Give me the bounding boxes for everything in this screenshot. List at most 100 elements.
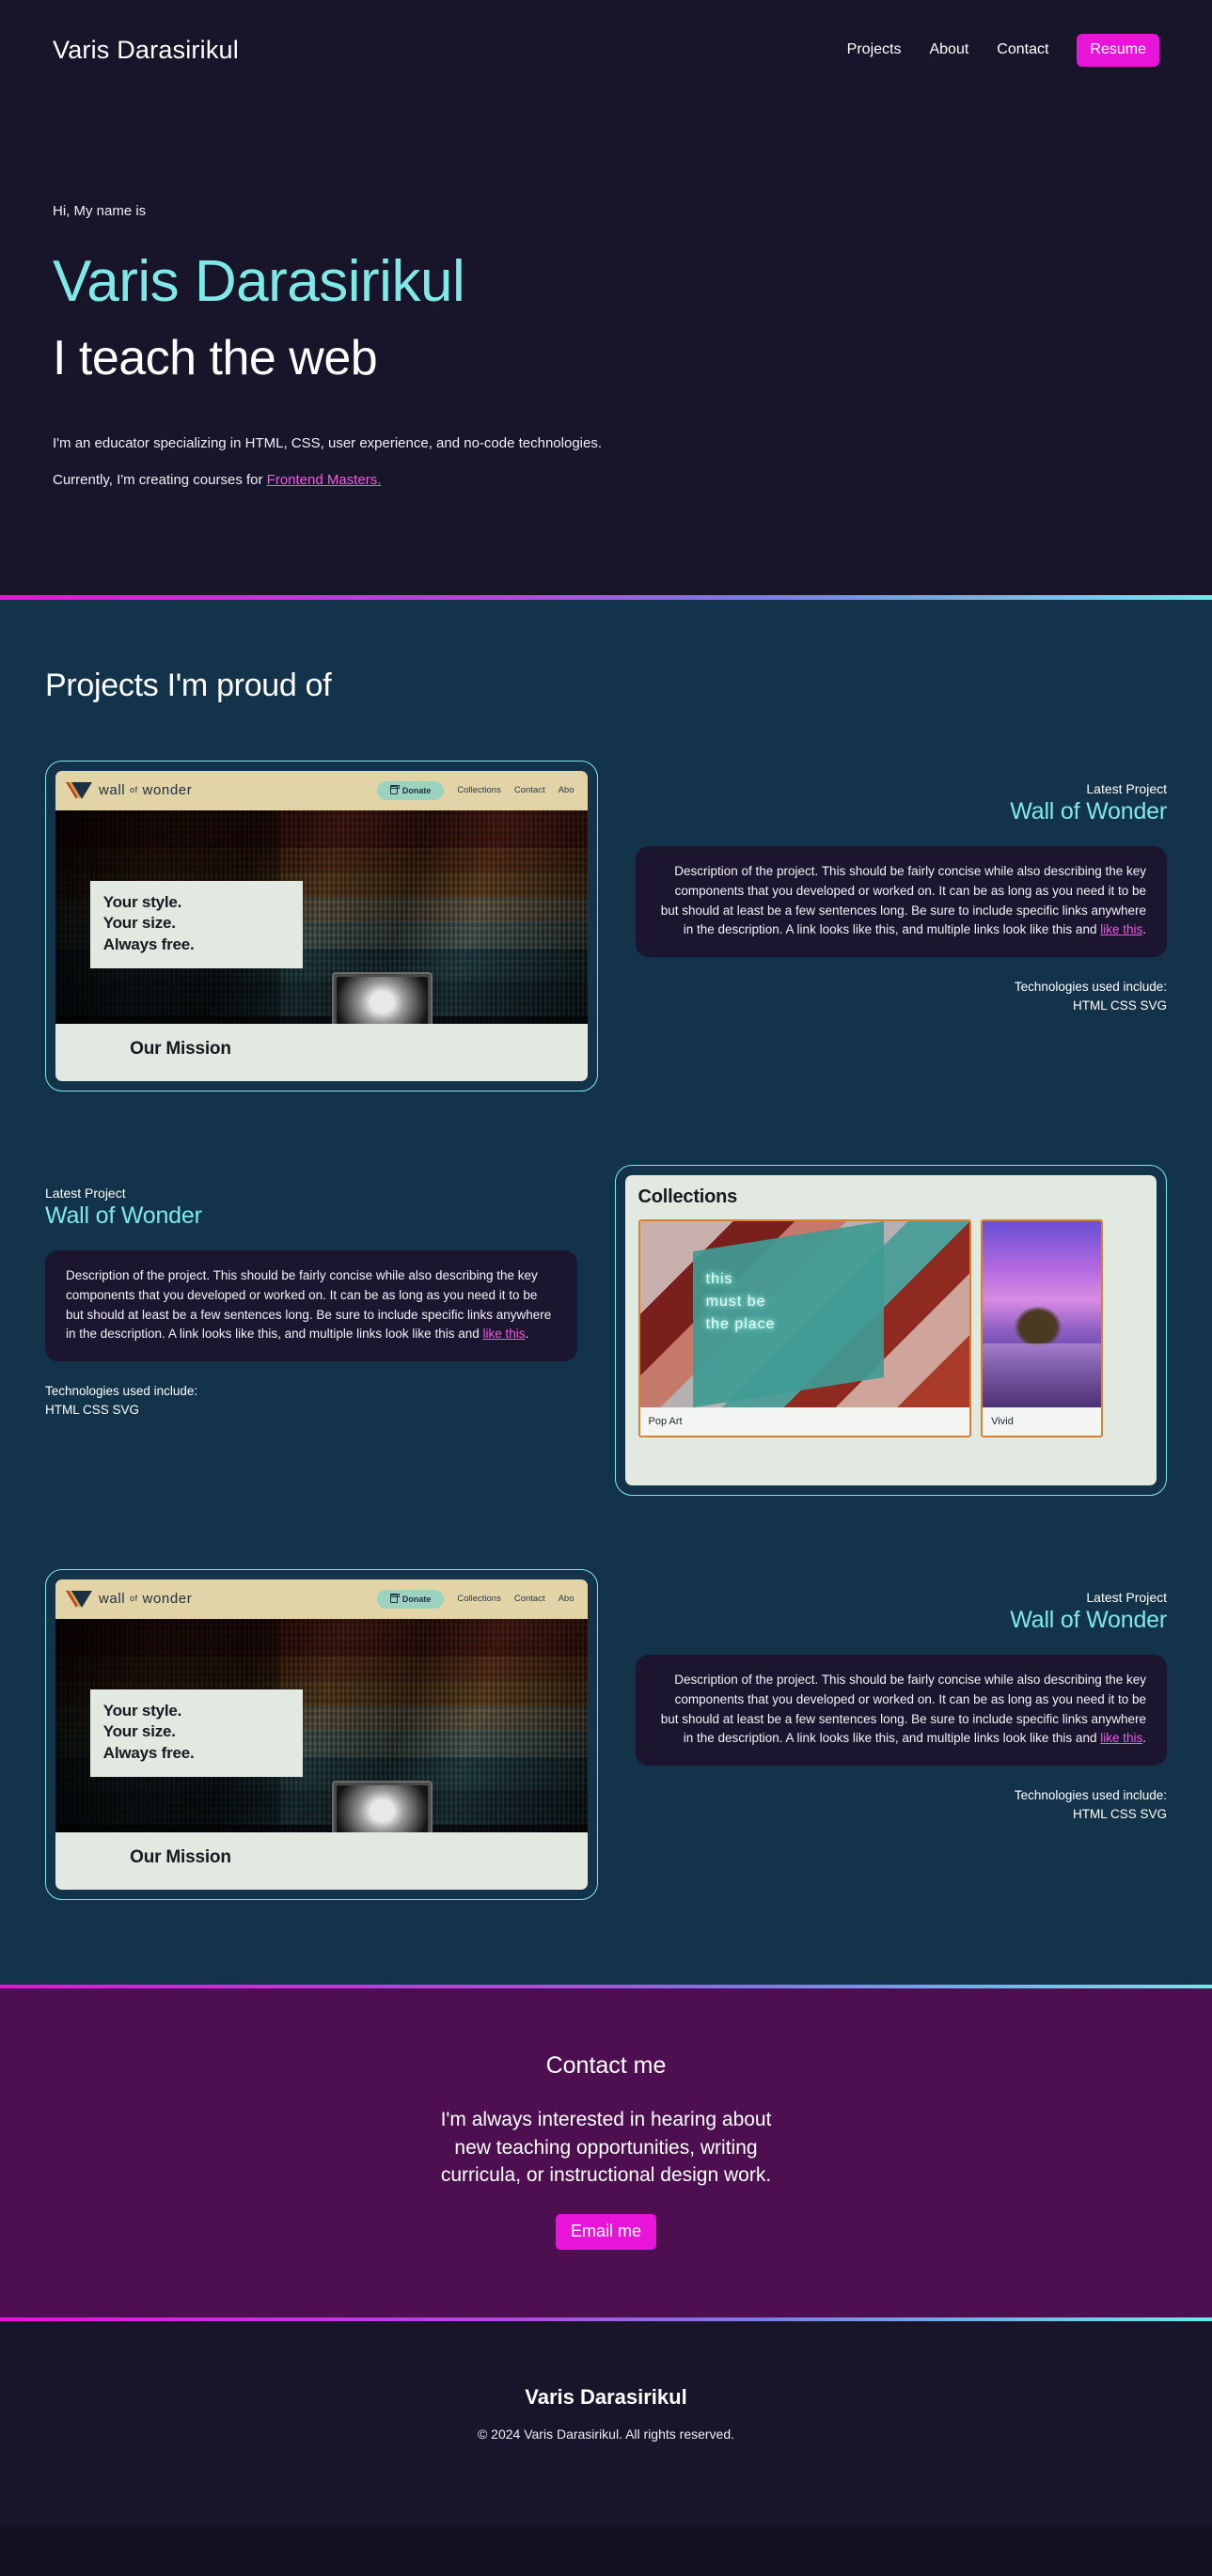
project-row: wall of wonder Donate Collections Contac… [45,1568,1167,1900]
project-thumbnail-3[interactable]: wall of wonder Donate Collections Contac… [45,1568,598,1900]
project-title: Wall of Wonder [1010,797,1167,825]
project-info-2: Latest Project Wall of Wonder Descriptio… [45,1165,577,1420]
donate-button[interactable]: Donate [376,780,445,800]
mock-nav-about[interactable]: Abo [559,1594,575,1604]
wall-of-wonder-logo-icon [66,1590,92,1608]
mock-nav-contact[interactable]: Contact [514,785,545,795]
mock-mission-title: Our Mission [130,1039,231,1060]
project-eyebrow: Latest Project [45,1185,126,1201]
collection-card-pop-art[interactable]: this must be the place Pop Art [637,1218,972,1437]
tech-list: HTML CSS SVG [1072,997,1167,1013]
neon-sign-text: this must be the place [706,1268,776,1336]
main-nav: Projects About Contact Resume [847,33,1159,67]
wall-of-wonder-logo-icon [66,781,92,799]
desc-link[interactable]: like this [1100,1731,1142,1745]
collection-label: Vivid [983,1406,1102,1436]
email-me-button[interactable]: Email me [555,2214,656,2251]
mock-hero: Your style. Your size. Always free. Our … [55,1618,588,1890]
project-info-1: Latest Project Wall of Wonder Descriptio… [635,761,1167,1015]
project-thumbnail-1[interactable]: wall of wonder Donate Collections Contac… [45,760,598,1092]
nav-item-about[interactable]: About [929,41,968,58]
gift-icon [389,784,400,795]
projects-section: Projects I'm proud of wall of wonder Don… [0,599,1212,1985]
wall-of-wonder-mock: wall of wonder Donate Collections Contac… [55,770,588,1081]
project-thumbnail-2[interactable]: Collections this must be the place Pop A… [614,1164,1167,1496]
project-eyebrow: Latest Project [1086,1589,1167,1605]
contact-section: Contact me I'm always interested in hear… [0,1987,1212,2318]
contact-body: I'm always interested in hearing about n… [440,2108,772,2187]
neon-line-1: this [705,1270,733,1287]
resume-button[interactable]: Resume [1077,33,1159,67]
site-footer: Varis Darasirikul © 2024 Varis Darasirik… [0,2321,1212,2527]
project-row: wall of wonder Donate Collections Contac… [45,760,1167,1092]
brand-logo[interactable]: Varis Darasirikul [53,36,239,65]
footer-copyright: © 2024 Varis Darasirikul. All rights res… [477,2427,735,2442]
mock-nav-right: Donate Collections Contact Abo [376,1589,575,1609]
project-eyebrow: Latest Project [1086,780,1167,796]
mock-nav-collections[interactable]: Collections [457,1594,500,1604]
mock-brand-1: wall [99,1591,126,1608]
collection-card-vivid[interactable]: Vivid [981,1218,1104,1437]
nav-item-projects[interactable]: Projects [847,41,902,58]
hero-tagline: I teach the web [53,331,378,386]
tech-label: Technologies used include: [45,1384,198,1399]
hero-section: Hi, My name is Varis Darasirikul I teach… [0,100,1212,595]
hero-current: Currently, I'm creating courses for Fron… [53,470,1159,492]
mock-hero: Your style. Your size. Always free. Our … [55,809,588,1081]
mock-nav-collections[interactable]: Collections [457,785,500,795]
vivid-image [983,1220,1102,1407]
donate-label: Donate [401,1594,432,1604]
desc-part-2: . [525,1327,529,1342]
tech-list: HTML CSS SVG [45,1402,140,1417]
mock-brand: wall of wonder [99,1591,192,1607]
project-description: Description of the project. This should … [635,1654,1167,1767]
collections-grid: this must be the place Pop Art Vivid [637,1218,1148,1437]
mock-brand-2: wonder [142,1591,193,1608]
mock-brand-of: of [130,785,138,795]
tech-label: Technologies used include: [1014,980,1167,995]
mock-headline-3: Always free. [102,1743,195,1762]
desc-part-1: Description of the project. This should … [660,863,1146,937]
desc-link[interactable]: like this [1100,922,1142,936]
desc-link[interactable]: like this [482,1327,525,1341]
collections-heading: Collections [637,1186,738,1207]
hero-current-prefix: Currently, I'm creating courses for [53,472,267,489]
mock-brand-of: of [130,1594,138,1604]
footer-name: Varis Darasirikul [525,2385,687,2410]
mock-brand-1: wall [99,782,126,799]
nav-item-contact[interactable]: Contact [997,41,1048,58]
project-row: Latest Project Wall of Wonder Descriptio… [45,1164,1167,1496]
mock-nav-contact[interactable]: Contact [514,1594,545,1604]
collections-mock: Collections this must be the place Pop A… [624,1174,1157,1485]
wall-of-wonder-mock: wall of wonder Donate Collections Contac… [55,1579,588,1890]
collection-label: Pop Art [639,1406,970,1436]
projects-heading: Projects I'm proud of [45,667,332,703]
mock-navbar: wall of wonder Donate Collections Contac… [55,1579,588,1619]
contact-heading: Contact me [545,2051,667,2079]
project-title: Wall of Wonder [1010,1606,1167,1633]
site-header: Varis Darasirikul Projects About Contact… [0,0,1212,100]
mock-navbar: wall of wonder Donate Collections Contac… [55,770,588,810]
hero-bio: I'm an educator specializing in HTML, CS… [53,434,603,451]
mock-headline-3: Always free. [102,935,195,953]
project-description: Description of the project. This should … [635,845,1167,958]
project-info-3: Latest Project Wall of Wonder Descriptio… [635,1569,1167,1824]
donate-label: Donate [401,785,432,795]
project-title: Wall of Wonder [45,1202,202,1229]
mock-mission-band: Our Mission [55,1024,588,1081]
frontend-masters-link[interactable]: Frontend Masters. [267,472,382,488]
mock-headline-1: Your style. [102,892,182,911]
mock-headline-1: Your style. [102,1701,182,1720]
hero-greeting: Hi, My name is [53,203,147,219]
mock-nav-right: Donate Collections Contact Abo [376,780,575,800]
mock-headline-2: Your size. [102,914,176,933]
gift-icon [389,1593,400,1604]
mock-nav-about[interactable]: Abo [559,785,575,795]
desc-part-1: Description of the project. This should … [660,1672,1146,1746]
desc-part-2: . [1142,922,1146,937]
mock-brand: wall of wonder [99,782,192,798]
mock-headline-box: Your style. Your size. Always free. [89,880,303,969]
pop-art-image [639,1220,970,1407]
hero-name: Varis Darasirikul [53,249,465,314]
donate-button[interactable]: Donate [376,1589,445,1609]
